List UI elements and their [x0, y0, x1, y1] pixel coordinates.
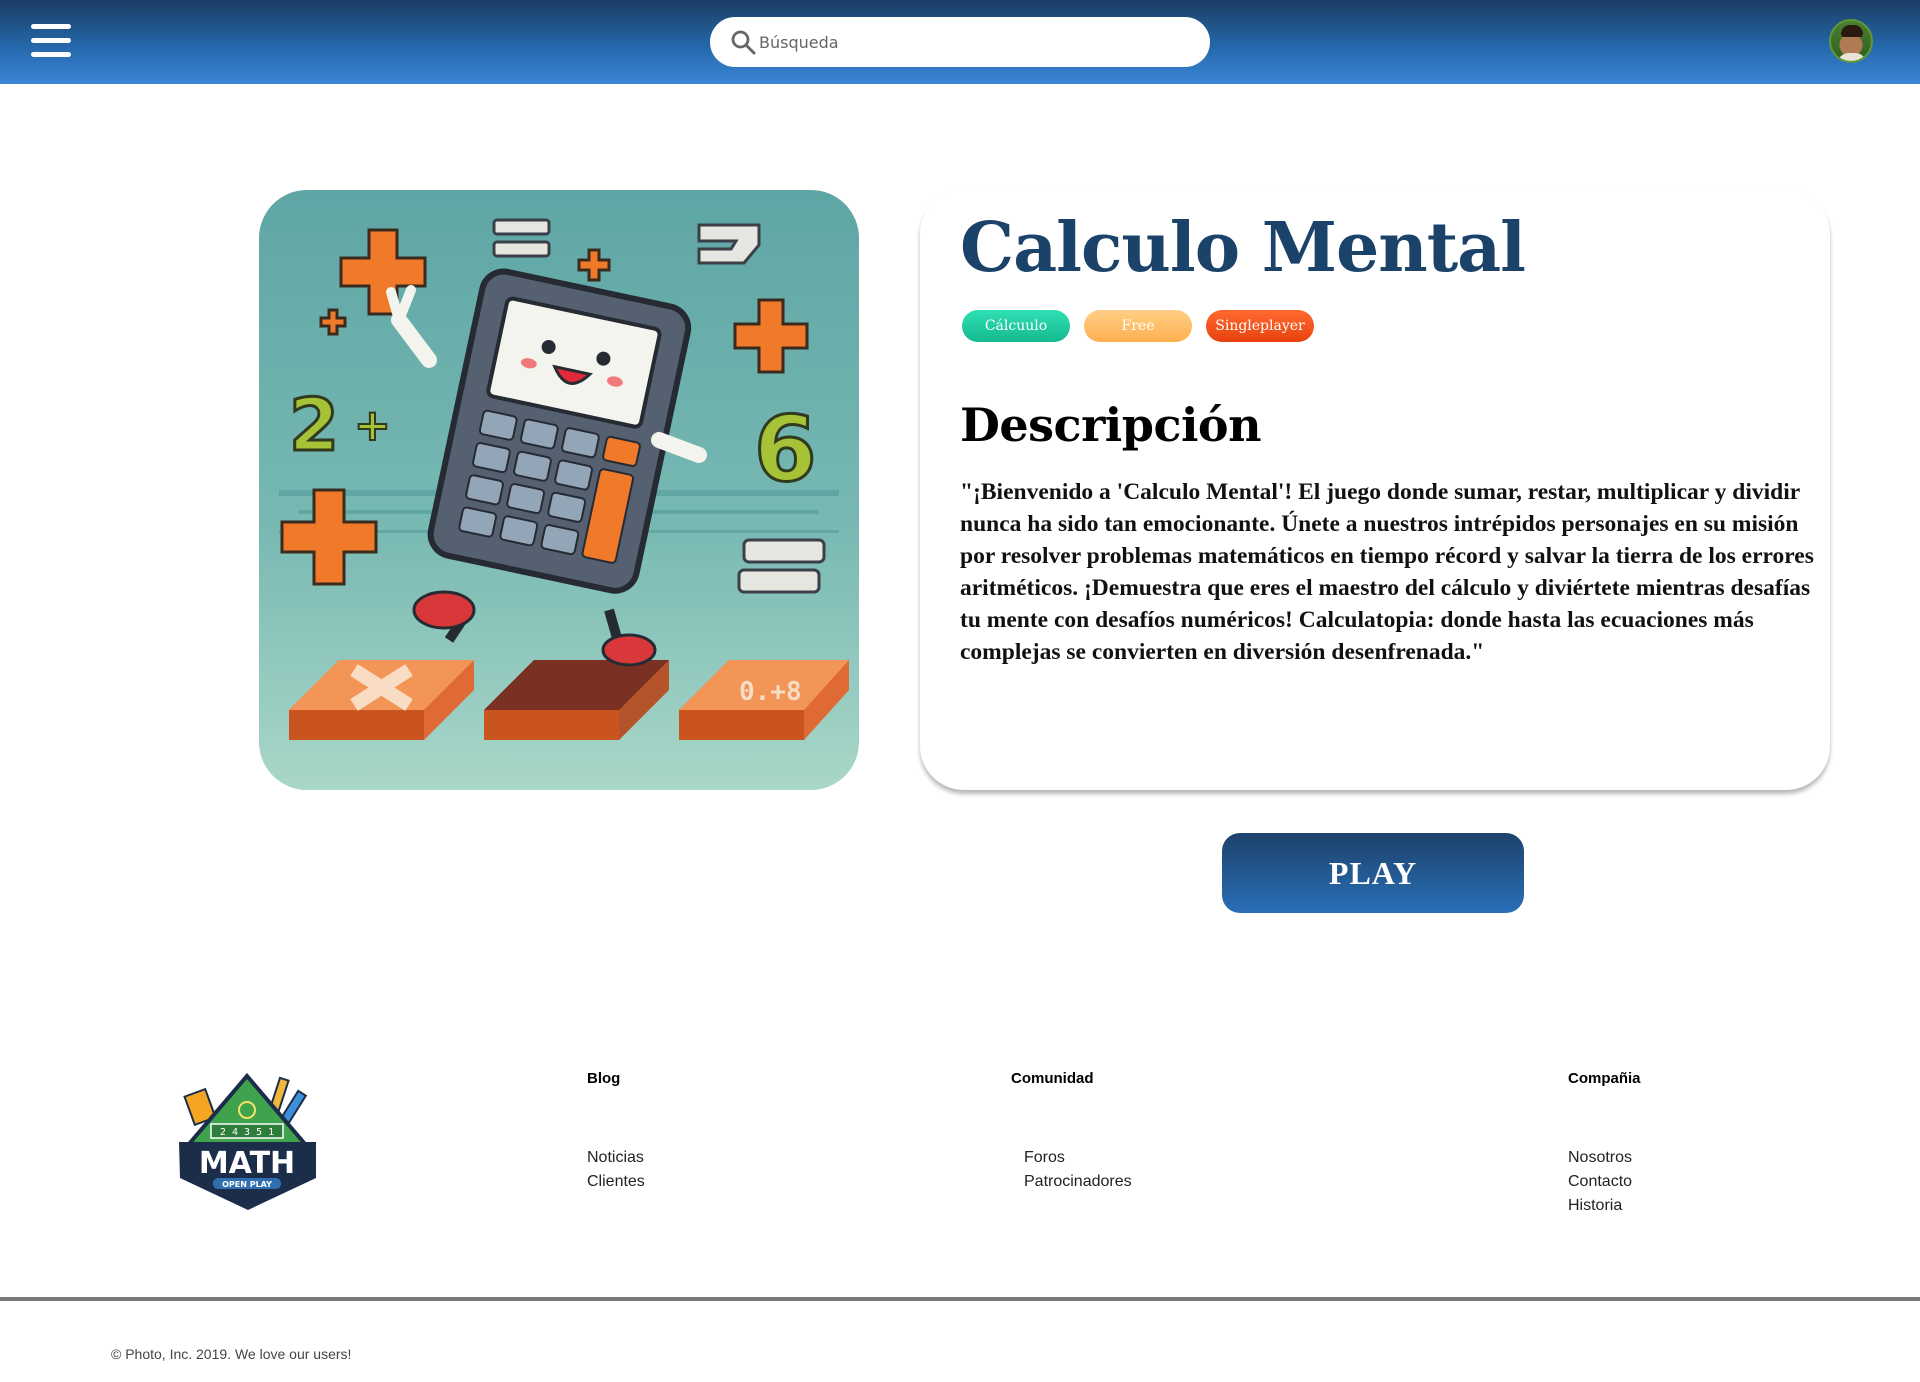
svg-text:2: 2	[289, 383, 339, 467]
svg-text:6: 6	[754, 397, 817, 502]
footer-link-clientes[interactable]: Clientes	[587, 1170, 645, 1194]
game-title: Calculo Mental	[960, 208, 1526, 288]
svg-text:2 4 3 5 1: 2 4 3 5 1	[220, 1127, 274, 1138]
game-cover-image: 0.+8 2 + 6	[259, 190, 859, 790]
tag-free[interactable]: Free	[1084, 310, 1192, 342]
footer-link-nosotros[interactable]: Nosotros	[1568, 1146, 1632, 1170]
play-button[interactable]: PLAY	[1222, 833, 1524, 913]
top-nav-bar	[0, 0, 1920, 84]
footer-link-foros[interactable]: Foros	[1024, 1146, 1132, 1170]
search-input[interactable]	[759, 17, 1189, 67]
footer-title-blog: Blog	[587, 1070, 621, 1087]
footer-title-comunidad: Comunidad	[1011, 1070, 1094, 1087]
description-text: "¡Bienvenido a 'Calculo Mental'! El jueg…	[960, 479, 1814, 665]
footer-title-compania: Compañia	[1568, 1070, 1641, 1087]
search-bar[interactable]	[710, 17, 1210, 67]
footer-link-historia[interactable]: Historia	[1568, 1194, 1632, 1218]
tag-calculo[interactable]: Cálcuulo	[962, 310, 1070, 342]
svg-text:0.+8: 0.+8	[739, 677, 802, 707]
footer-link-noticias[interactable]: Noticias	[587, 1146, 645, 1170]
svg-text:+: +	[354, 400, 391, 451]
tag-singleplayer[interactable]: Singleplayer	[1206, 310, 1314, 342]
user-avatar[interactable]	[1829, 19, 1873, 63]
footer-link-contacto[interactable]: Contacto	[1568, 1170, 1632, 1194]
game-info-card: Calculo Mental Cálcuulo Free Singleplaye…	[920, 190, 1830, 790]
math-open-play-logo[interactable]: 2 4 3 5 1 MATH OPEN PLAY	[175, 1072, 320, 1212]
description-heading: Descripción	[960, 398, 1262, 452]
search-icon	[731, 30, 756, 55]
menu-icon[interactable]	[31, 24, 71, 58]
footer-link-patrocinadores[interactable]: Patrocinadores	[1024, 1170, 1132, 1194]
svg-text:OPEN PLAY: OPEN PLAY	[222, 1180, 272, 1189]
footer-divider	[0, 1297, 1920, 1301]
copyright-text: © Photo, Inc. 2019. We love our users!	[111, 1346, 352, 1362]
svg-text:MATH: MATH	[199, 1146, 295, 1181]
